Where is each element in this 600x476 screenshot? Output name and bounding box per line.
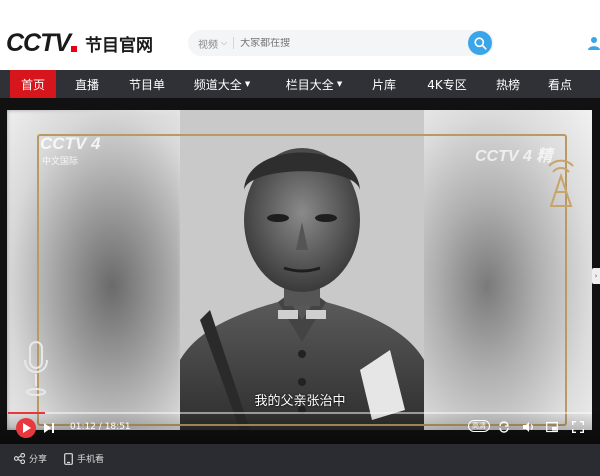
nav-item-columns[interactable]: 栏目大全 ▼ bbox=[278, 70, 350, 98]
nav-item-label: 热榜 bbox=[495, 77, 520, 92]
nav-item-label: 频道大全 bbox=[193, 77, 242, 92]
nav-item-channels[interactable]: 频道大全 ▼ bbox=[186, 70, 258, 98]
user-icon[interactable] bbox=[588, 36, 600, 50]
caret-down-icon: ▼ bbox=[336, 80, 343, 88]
nav-item-label: 看点 bbox=[547, 77, 572, 92]
site-logo[interactable]: CCTV 节目官网 bbox=[6, 28, 154, 57]
logo-cctv-text: CCTV bbox=[6, 28, 71, 57]
nav-item-hot[interactable]: 热榜 bbox=[486, 70, 530, 98]
mobile-phone-icon bbox=[64, 452, 73, 465]
fullscreen-icon[interactable] bbox=[572, 421, 584, 433]
play-button[interactable] bbox=[16, 418, 36, 438]
nav-item-live[interactable]: 直播 bbox=[62, 70, 112, 98]
video-subtitle: 我的父亲张治中 bbox=[254, 394, 346, 409]
site-header: CCTV 节目官网 视频 ⌵ bbox=[0, 0, 600, 70]
next-icon[interactable] bbox=[44, 423, 54, 433]
decorative-gold-frame bbox=[37, 134, 567, 426]
total-duration: 18:51 bbox=[104, 422, 131, 432]
nav-item-4k[interactable]: 4K专区 bbox=[418, 70, 476, 98]
share-label: 分享 bbox=[29, 455, 48, 465]
nav-item-schedule[interactable]: 节目单 bbox=[120, 70, 174, 98]
nav-item-label: 片库 bbox=[371, 77, 396, 92]
search-input[interactable] bbox=[240, 37, 451, 49]
channel-watermark-right: CCTV 4 精 bbox=[475, 148, 553, 165]
nav-item-home[interactable]: 首页 bbox=[10, 70, 56, 98]
main-nav: 首页 直播 节目单 频道大全 ▼ 栏目大全 ▼ 片库 4K专区 热榜 看点 bbox=[0, 70, 600, 98]
loop-icon[interactable] bbox=[498, 421, 510, 433]
quality-button[interactable]: 高清 bbox=[468, 420, 490, 432]
volume-icon[interactable] bbox=[522, 421, 534, 433]
share-button[interactable]: 分享 bbox=[14, 452, 47, 465]
play-icon bbox=[22, 423, 31, 433]
share-icon bbox=[14, 453, 25, 464]
picture-in-picture-icon[interactable] bbox=[546, 421, 558, 433]
nav-item-label: 4K专区 bbox=[427, 77, 467, 92]
search-divider bbox=[233, 37, 235, 49]
time-separator: / bbox=[95, 422, 105, 432]
current-time: 01:12 bbox=[70, 422, 96, 432]
chevron-down-icon: ⌵ bbox=[221, 38, 228, 47]
logo-red-dot bbox=[71, 46, 78, 52]
playback-time: 01:12 / 18:51 bbox=[70, 422, 131, 432]
nav-item-label: 栏目大全 bbox=[285, 77, 334, 92]
search-bar: 视频 ⌵ bbox=[188, 30, 494, 56]
side-expand-tab[interactable]: › bbox=[592, 268, 600, 284]
caret-down-icon: ▼ bbox=[244, 80, 251, 88]
watch-on-mobile-button[interactable]: 手机看 bbox=[64, 452, 104, 465]
progress-bar[interactable] bbox=[8, 412, 592, 414]
search-category-label: 视频 bbox=[198, 39, 218, 51]
nav-item-label: 首页 bbox=[20, 77, 45, 92]
search-category-select[interactable]: 视频 ⌵ bbox=[188, 36, 227, 51]
nav-item-highlights[interactable]: 看点 bbox=[538, 70, 582, 98]
channel-watermark: CCTV 4 bbox=[40, 134, 101, 153]
nav-item-label: 直播 bbox=[74, 77, 99, 92]
mobile-label: 手机看 bbox=[77, 455, 105, 465]
logo-subtitle: 节目官网 bbox=[85, 35, 154, 56]
nav-item-label: 节目单 bbox=[128, 77, 165, 92]
progress-bar-fill bbox=[8, 412, 46, 414]
search-icon bbox=[473, 36, 487, 50]
channel-watermark-sub: 中文国际 bbox=[42, 157, 79, 167]
nav-item-library[interactable]: 片库 bbox=[362, 70, 406, 98]
search-button[interactable] bbox=[468, 31, 492, 55]
